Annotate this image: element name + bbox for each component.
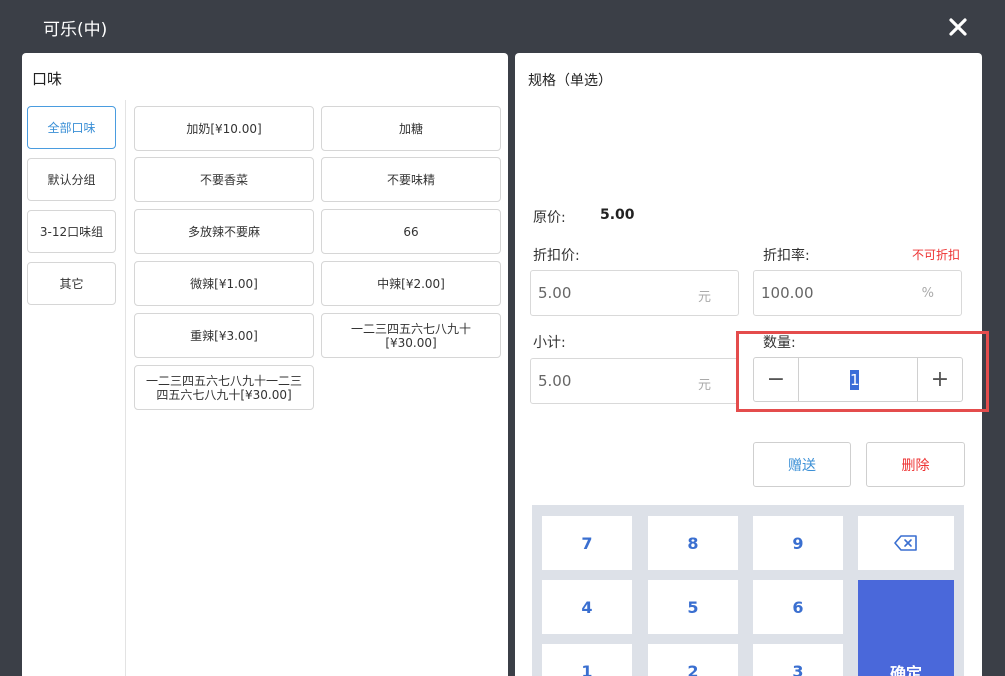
flavor-item[interactable]: 66	[321, 209, 501, 254]
quantity-plus-button[interactable]: +	[917, 358, 962, 401]
confirm-label: 确定	[889, 664, 922, 676]
no-discount-note: 不可折扣	[912, 248, 961, 262]
quantity-minus-button[interactable]: −	[754, 358, 799, 401]
key-8[interactable]: 8	[648, 516, 738, 570]
discount-price-field[interactable]: 5.00 元	[530, 270, 739, 316]
subtotal-unit: 元	[697, 378, 711, 393]
key-7[interactable]: 7	[542, 516, 632, 570]
flavor-item[interactable]: 微辣[¥1.00]	[134, 261, 314, 306]
key-5[interactable]: 5	[648, 580, 738, 634]
subtotal-field[interactable]: 5.00 元	[530, 358, 739, 404]
flavor-panel-title: 口味	[32, 70, 63, 88]
backspace-key[interactable]	[858, 516, 954, 570]
group-all-flavors[interactable]: 全部口味	[27, 106, 116, 149]
flavor-panel: 口味 全部口味 默认分组 3-12口味组 其它 加奶[¥10.00] 加糖 不要…	[22, 53, 508, 676]
group-3-12[interactable]: 3-12口味组	[27, 210, 116, 253]
key-4[interactable]: 4	[542, 580, 632, 634]
title-bar: 可乐(中)	[0, 0, 1005, 52]
backspace-icon	[894, 535, 917, 551]
panel-divider	[125, 100, 126, 676]
key-1[interactable]: 1	[542, 644, 632, 676]
gift-button[interactable]: 赠送	[753, 442, 851, 487]
key-9[interactable]: 9	[753, 516, 843, 570]
quantity-value[interactable]: 1	[850, 370, 860, 390]
discount-price-value: 5.00	[538, 284, 572, 302]
flavor-item[interactable]: 加奶[¥10.00]	[134, 106, 314, 151]
discount-rate-unit: %	[921, 286, 934, 301]
flavor-item[interactable]: 加糖	[321, 106, 501, 151]
spec-panel: 规格（单选） 原价: 5.00 折扣价: 折扣率: 不可折扣 5.00 元 10…	[515, 53, 989, 676]
discount-rate-field[interactable]: 100.00 %	[753, 270, 962, 316]
discount-rate-value: 100.00	[761, 284, 814, 302]
spec-panel-title: 规格（单选）	[528, 73, 612, 89]
flavor-item[interactable]: 一二三四五六七八九十[¥30.00]	[321, 313, 501, 358]
key-2[interactable]: 2	[648, 644, 738, 676]
delete-button[interactable]: 删除	[866, 442, 965, 487]
flavor-item[interactable]: 一二三四五六七八九十一二三四五六七八九十[¥30.00]	[134, 365, 314, 410]
flavor-item[interactable]: 多放辣不要麻	[134, 209, 314, 254]
window-title: 可乐(中)	[43, 20, 108, 40]
group-default[interactable]: 默认分组	[27, 158, 116, 201]
discount-price-unit: 元	[697, 290, 711, 305]
original-price-value: 5.00	[600, 207, 635, 223]
flavor-item[interactable]: 不要香菜	[134, 157, 314, 202]
flavor-item[interactable]: 重辣[¥3.00]	[134, 313, 314, 358]
close-icon[interactable]	[947, 16, 969, 38]
discount-price-label: 折扣价:	[533, 248, 580, 264]
numeric-keypad: 7 8 9 4 5 6 1 2 3 确定	[532, 505, 964, 676]
key-6[interactable]: 6	[753, 580, 843, 634]
subtotal-value: 5.00	[538, 372, 572, 390]
flavor-item[interactable]: 不要味精	[321, 157, 501, 202]
key-3[interactable]: 3	[753, 644, 843, 676]
confirm-button[interactable]: 确定	[858, 580, 954, 676]
quantity-stepper[interactable]: − 1 +	[753, 357, 963, 402]
subtotal-label: 小计:	[533, 335, 566, 351]
discount-rate-label: 折扣率:	[763, 248, 810, 264]
flavor-item[interactable]: 中辣[¥2.00]	[321, 261, 501, 306]
original-price-label: 原价:	[533, 210, 566, 226]
group-other[interactable]: 其它	[27, 262, 116, 305]
